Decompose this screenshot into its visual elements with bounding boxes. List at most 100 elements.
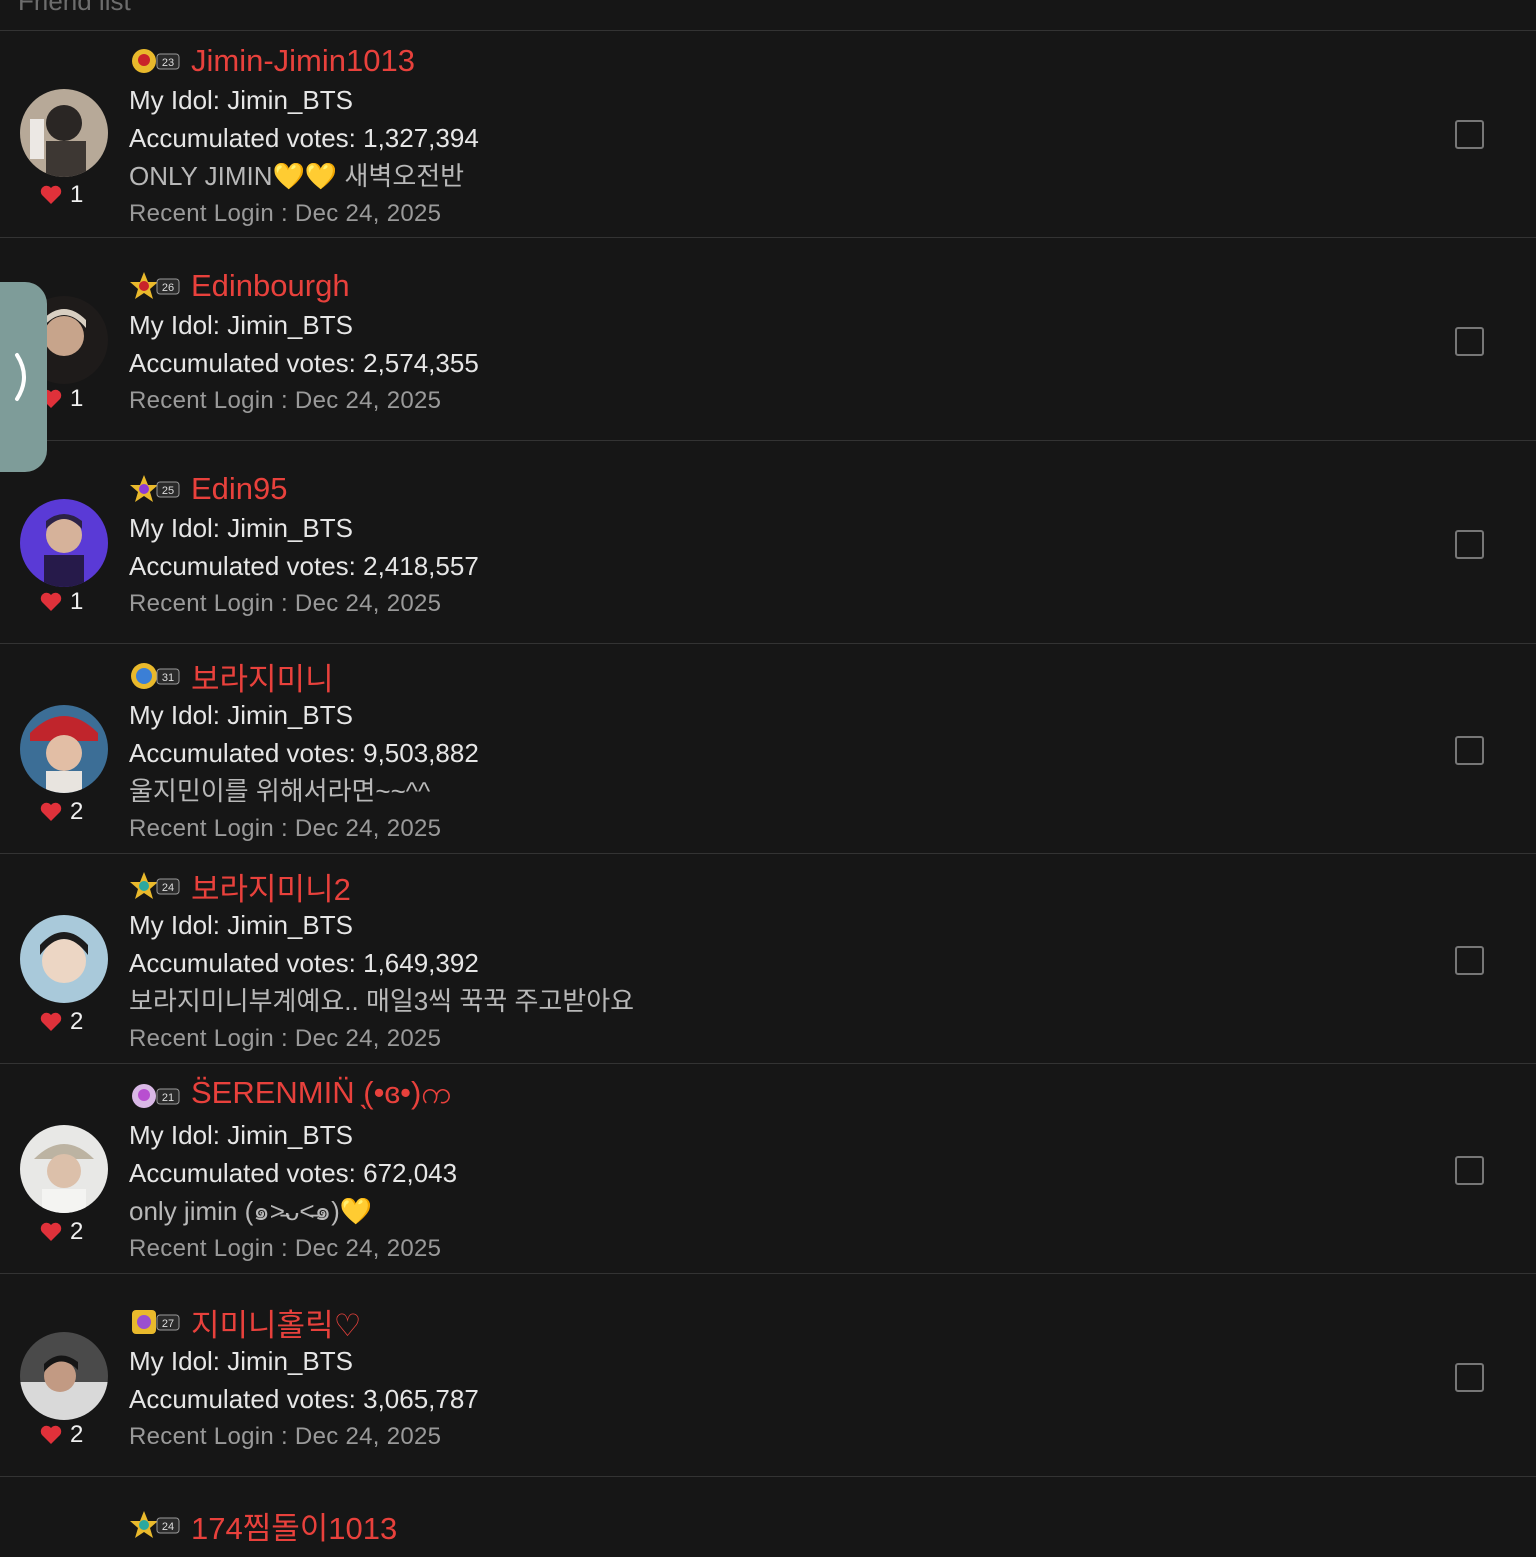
avatar[interactable]: [20, 1332, 108, 1420]
accumulated-votes: Accumulated votes: 2,574,355: [129, 348, 479, 378]
level-badge-icon: 27: [132, 1310, 180, 1334]
my-idol: My Idol: Jimin_BTS: [129, 310, 353, 340]
friend-name[interactable]: 174찜돌이1013: [191, 1503, 397, 1548]
level-badge-icon: 24: [130, 1511, 180, 1538]
page-title: Friend list: [18, 0, 131, 16]
chevron-right-icon: [14, 353, 26, 401]
heart-icon: [40, 185, 62, 204]
side-drawer-toggle[interactable]: [0, 282, 47, 472]
friend-name[interactable]: 보라지미니: [191, 654, 334, 699]
my-idol: My Idol: Jimin_BTS: [129, 1120, 353, 1150]
accumulated-votes: Accumulated votes: 1,649,392: [129, 948, 479, 978]
recent-login: Recent Login : Dec 24, 2025: [129, 590, 442, 617]
friend-row[interactable]: 2 27 지미니홀릭♡ My Idol: Jimin_BTS Accumulat…: [0, 1274, 1536, 1477]
friend-info: 27 지미니홀릭♡ My Idol: Jimin_BTS Accumulated…: [129, 1302, 479, 1456]
recent-login: Recent Login : Dec 24, 2025: [129, 387, 442, 414]
likes-value: 2: [70, 1421, 84, 1448]
heart-icon: [40, 802, 62, 821]
likes-value: 2: [70, 1218, 84, 1245]
likes-count: 1: [40, 181, 110, 208]
level-badge-icon: 31: [131, 663, 180, 689]
status-message: ONLY JIMIN💛💛 새벽오전반: [129, 161, 465, 191]
recent-login: Recent Login : Dec 24, 2025: [129, 1235, 442, 1262]
avatar[interactable]: [20, 705, 108, 793]
status-message: 보라지미니부계예요.. 매일3씩 꾹꾹 주고받아요: [129, 986, 635, 1016]
badge-level: 27: [162, 1318, 174, 1330]
heart-icon: [40, 1425, 62, 1444]
level-badge-icon: 26: [130, 272, 180, 299]
likes-count: 1: [40, 385, 110, 412]
friend-list: 1 23 Jimin-Jimin1013 My Idol: Jimin_BTS …: [0, 31, 1536, 1557]
select-checkbox[interactable]: [1455, 1156, 1484, 1185]
friend-row[interactable]: 2 24 보라지미니2 My Idol: Jimin_BTS Accumulat…: [0, 854, 1536, 1064]
recent-login: Recent Login : Dec 24, 2025: [129, 1025, 442, 1052]
status-message: 울지민이를 위해서라면~~^^: [129, 776, 431, 806]
accumulated-votes: Accumulated votes: 9,503,882: [129, 738, 479, 768]
select-checkbox[interactable]: [1455, 946, 1484, 975]
recent-login: Recent Login : Dec 24, 2025: [129, 200, 442, 227]
accumulated-votes: Accumulated votes: 2,418,557: [129, 551, 479, 581]
friend-row[interactable]: 24 174찜돌이1013: [0, 1477, 1536, 1557]
friend-info: 26 Edinbourgh My Idol: Jimin_BTS Accumul…: [129, 266, 479, 420]
heart-icon: [40, 1222, 62, 1241]
likes-count: 1: [40, 588, 110, 615]
badge-level: 21: [162, 1092, 174, 1104]
badge-level: 31: [162, 672, 174, 684]
avatar[interactable]: [20, 499, 108, 587]
friend-row[interactable]: 1 26 Edinbourgh My Idol: Jimin_BTS Accum…: [0, 238, 1536, 441]
my-idol: My Idol: Jimin_BTS: [129, 1346, 353, 1376]
badge-level: 23: [162, 57, 174, 69]
avatar[interactable]: [20, 1125, 108, 1213]
friend-list-header: Friend list: [0, 0, 1536, 31]
friend-name[interactable]: Edinbourgh: [191, 268, 350, 304]
heart-icon: [40, 592, 62, 611]
friend-info: 25 Edin95 My Idol: Jimin_BTS Accumulated…: [129, 469, 479, 623]
friend-info: 23 Jimin-Jimin1013 My Idol: Jimin_BTS Ac…: [129, 41, 479, 233]
friend-row[interactable]: 2 31 보라지미니 My Idol: Jimin_BTS Accumulate…: [0, 644, 1536, 854]
friend-row[interactable]: 1 25 Edin95 My Idol: Jimin_BTS Accumulat…: [0, 441, 1536, 644]
friend-info: 31 보라지미니 My Idol: Jimin_BTS Accumulated …: [129, 656, 479, 848]
friend-row[interactable]: 2 21 S̈ERENMIN̈ ̖(•ɞ•)က My Idol: Jimin_B…: [0, 1064, 1536, 1274]
level-badge-icon: 25: [130, 475, 180, 502]
likes-count: 2: [40, 798, 110, 825]
friend-info: 21 S̈ERENMIN̈ ̖(•ɞ•)က My Idol: Jimin_BTS…: [129, 1073, 458, 1268]
friend-info: 24 174찜돌이1013: [129, 1503, 397, 1548]
my-idol: My Idol: Jimin_BTS: [129, 700, 353, 730]
select-checkbox[interactable]: [1455, 736, 1484, 765]
friend-name[interactable]: Jimin-Jimin1013: [191, 43, 415, 79]
select-checkbox[interactable]: [1455, 327, 1484, 356]
likes-count: 2: [40, 1008, 110, 1035]
my-idol: My Idol: Jimin_BTS: [129, 85, 353, 115]
friend-name[interactable]: 지미니홀릭♡: [191, 1300, 361, 1345]
avatar[interactable]: [20, 89, 108, 177]
level-badge-icon: 21: [132, 1084, 180, 1108]
badge-level: 26: [162, 282, 174, 294]
friend-row[interactable]: 1 23 Jimin-Jimin1013 My Idol: Jimin_BTS …: [0, 31, 1536, 238]
accumulated-votes: Accumulated votes: 3,065,787: [129, 1384, 479, 1414]
likes-count: 2: [40, 1421, 110, 1448]
friend-name[interactable]: S̈ERENMIN̈ ̖(•ɞ•)က: [191, 1073, 452, 1119]
badge-level: 24: [162, 1521, 174, 1533]
avatar[interactable]: [20, 915, 108, 1003]
friend-name[interactable]: 보라지미니2: [191, 864, 351, 909]
accumulated-votes: Accumulated votes: 1,327,394: [129, 123, 479, 153]
recent-login: Recent Login : Dec 24, 2025: [129, 815, 442, 842]
likes-value: 1: [70, 181, 84, 208]
friend-info: 24 보라지미니2 My Idol: Jimin_BTS Accumulated…: [129, 866, 634, 1058]
friend-name[interactable]: Edin95: [191, 471, 288, 507]
my-idol: My Idol: Jimin_BTS: [129, 513, 353, 543]
recent-login: Recent Login : Dec 24, 2025: [129, 1423, 442, 1450]
accumulated-votes: Accumulated votes: 672,043: [129, 1158, 458, 1188]
level-badge-icon: 24: [130, 872, 180, 899]
likes-count: 2: [40, 1218, 110, 1245]
level-badge-icon: 23: [132, 49, 180, 73]
select-checkbox[interactable]: [1455, 530, 1484, 559]
select-checkbox[interactable]: [1455, 120, 1484, 149]
status-message: only jimin (๑˃̵ᴗ˂̵๑)💛: [129, 1196, 373, 1226]
likes-value: 1: [70, 385, 84, 412]
likes-value: 2: [70, 798, 84, 825]
select-checkbox[interactable]: [1455, 1363, 1484, 1392]
badge-level: 25: [162, 485, 174, 497]
badge-level: 24: [162, 882, 174, 894]
likes-value: 2: [70, 1008, 84, 1035]
